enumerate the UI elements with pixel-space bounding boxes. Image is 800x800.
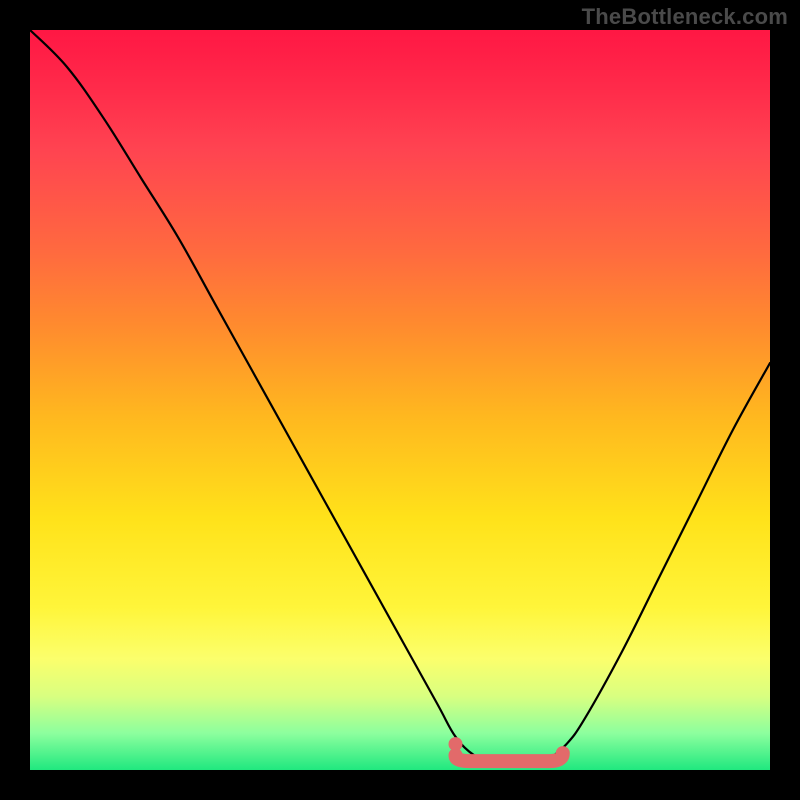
chart-svg bbox=[30, 30, 770, 770]
plot-area bbox=[30, 30, 770, 770]
bottleneck-curve bbox=[30, 30, 770, 763]
trough-start-dot bbox=[449, 737, 463, 751]
trough-highlight bbox=[456, 753, 563, 761]
chart-frame: TheBottleneck.com bbox=[0, 0, 800, 800]
watermark-label: TheBottleneck.com bbox=[582, 4, 788, 30]
